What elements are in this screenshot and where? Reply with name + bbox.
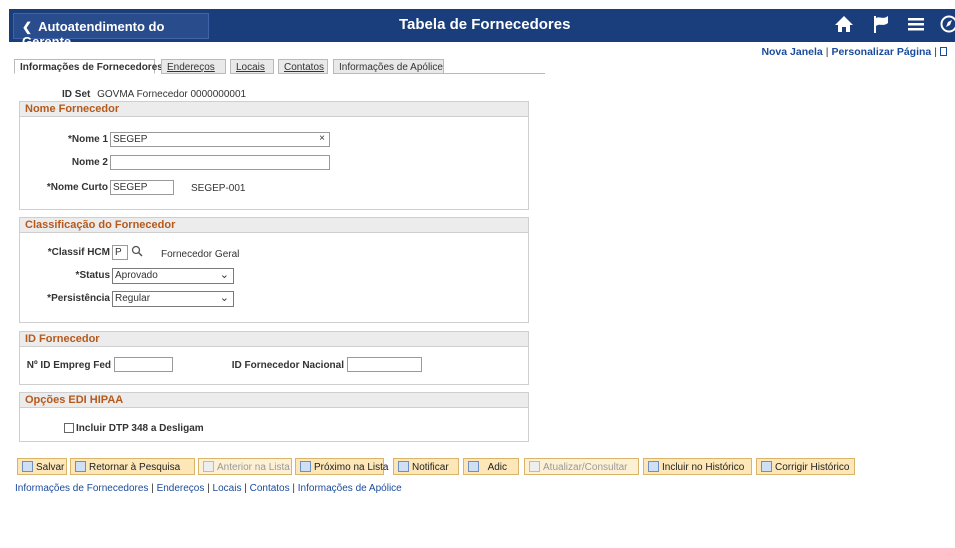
nome-curto-label: *Nome Curto — [46, 182, 108, 193]
return-to-search-button[interactable]: Retornar à Pesquisa — [70, 458, 195, 475]
chevron-down-icon: ⌄ — [219, 292, 229, 304]
incluir-dtp-checkbox[interactable] — [64, 423, 74, 433]
save-icon — [22, 461, 33, 472]
include-history-button[interactable]: Incluir no Histórico — [643, 458, 752, 475]
link-informacoes-fornecedores[interactable]: Informações de Fornecedores — [15, 483, 148, 494]
notify-icon — [398, 461, 409, 472]
back-button-label: Autoatendimento do Gerente — [22, 19, 165, 49]
add-icon — [468, 461, 479, 472]
tab-divider — [430, 73, 545, 74]
classificacao-section: Classificação do Fornecedor *Classif HCM… — [19, 217, 529, 323]
correct-label: Corrigir Histórico — [775, 462, 850, 473]
classif-hcm-description: Fornecedor Geral — [161, 249, 240, 260]
id-empreg-fed-label: Nº ID Empreg Fed — [26, 360, 111, 371]
update-icon — [529, 461, 540, 472]
return-icon — [75, 461, 86, 472]
down-arrow-icon — [300, 461, 311, 472]
id-fornecedor-nacional-label: ID Fornecedor Nacional — [231, 360, 344, 371]
correct-history-button[interactable]: Corrigir Histórico — [756, 458, 855, 475]
clear-icon[interactable]: × — [319, 133, 325, 144]
nome1-input[interactable]: SEGEP × — [110, 132, 330, 147]
next-in-list-button[interactable]: Próximo na Lista — [295, 458, 388, 475]
persistencia-value: Regular — [115, 293, 151, 304]
save-label: Salvar — [36, 462, 65, 473]
nome1-value: SEGEP — [113, 134, 148, 145]
tab-informacoes-fornecedores[interactable]: Informações de Fornecedores — [14, 59, 163, 74]
pencil-icon — [761, 461, 772, 472]
notify-label: Notificar — [412, 462, 449, 473]
flag-icon[interactable] — [871, 14, 891, 39]
up-arrow-icon — [203, 461, 214, 472]
id-set-label: ID Set — [62, 89, 91, 100]
previous-in-list-button[interactable]: Anterior na Lista — [198, 458, 292, 475]
link-informacoes-apolice[interactable]: Informações de Apólice — [298, 483, 402, 494]
nome-fornecedor-section: Nome Fornecedor *Nome 1 SEGEP × Nome 2 *… — [19, 101, 529, 210]
link-contatos[interactable]: Contatos — [250, 483, 290, 494]
id-set-number: 0000000001 — [190, 89, 247, 100]
chevron-left-icon: ❮ — [22, 20, 33, 34]
nome-curto-input[interactable]: SEGEP — [110, 180, 174, 195]
id-empreg-fed-input[interactable] — [114, 357, 173, 372]
classif-hcm-input[interactable]: P — [112, 245, 128, 260]
nome1-label: *Nome 1 — [67, 134, 108, 145]
persistencia-label: *Persistência — [47, 293, 110, 304]
include-label: Incluir no Histórico — [662, 462, 745, 473]
history-icon — [648, 461, 659, 472]
menu-icon[interactable] — [907, 14, 925, 39]
opcoes-edi-section: Opções EDI HIPAA Incluir DTP 348 a Desli… — [19, 392, 529, 442]
tab-enderecos[interactable]: Endereços — [161, 59, 226, 74]
lookup-search-icon[interactable] — [131, 245, 143, 260]
compass-icon[interactable] — [939, 14, 955, 39]
id-set-value: GOVMA Fornecedor — [97, 89, 188, 100]
add-button[interactable]: Adic — [463, 458, 519, 475]
tab-informacoes-apolice[interactable]: Informações de Apólice — [333, 59, 444, 74]
link-enderecos[interactable]: Endereços — [157, 483, 205, 494]
status-label: *Status — [75, 270, 110, 281]
nome2-input[interactable] — [110, 155, 330, 170]
update-display-button[interactable]: Atualizar/Consultar — [524, 458, 639, 475]
id-set-line: ID Set GOVMA Fornecedor 0000000001 — [62, 89, 246, 100]
classif-hcm-label: *Classif HCM — [47, 247, 110, 258]
chevron-down-icon: ⌄ — [219, 269, 229, 281]
previous-label: Anterior na Lista — [217, 462, 290, 473]
tab-locais[interactable]: Locais — [230, 59, 274, 74]
id-fornecedor-section: ID Fornecedor Nº ID Empreg Fed ID Fornec… — [19, 331, 529, 385]
grid-icon[interactable] — [940, 47, 947, 56]
add-label: Adic — [487, 462, 508, 473]
notify-button[interactable]: Notificar — [393, 458, 459, 475]
status-value: Aprovado — [115, 270, 158, 281]
section-title: ID Fornecedor — [20, 332, 528, 347]
section-title: Classificação do Fornecedor — [20, 218, 528, 233]
page-title: Tabela de Fornecedores — [399, 16, 571, 33]
nome2-label: Nome 2 — [71, 157, 108, 168]
top-links: Nova Janela | Personalizar Página | — [761, 46, 947, 58]
top-banner: ❮ Autoatendimento do Gerente Tabela de Fo… — [9, 9, 955, 49]
personalize-page-link[interactable]: Personalizar Página — [831, 46, 931, 58]
incluir-dtp-label: Incluir DTP 348 a Desligam — [76, 423, 204, 434]
next-label: Próximo na Lista — [314, 462, 389, 473]
update-label: Atualizar/Consultar — [543, 462, 628, 473]
home-icon[interactable] — [834, 14, 854, 39]
new-window-link[interactable]: Nova Janela — [761, 46, 822, 58]
save-button[interactable]: Salvar — [17, 458, 67, 475]
tab-contatos[interactable]: Contatos — [278, 59, 328, 74]
bottom-links: Informações de Fornecedores | Endereços … — [15, 483, 402, 494]
back-button[interactable]: ❮ Autoatendimento do Gerente — [13, 13, 209, 49]
return-label: Retornar à Pesquisa — [89, 462, 181, 473]
nome-curto-description: SEGEP-001 — [191, 183, 246, 194]
section-title: Nome Fornecedor — [20, 102, 528, 117]
link-locais[interactable]: Locais — [213, 483, 242, 494]
persistencia-select[interactable]: Regular ⌄ — [112, 291, 234, 307]
section-title: Opções EDI HIPAA — [20, 393, 528, 408]
status-select[interactable]: Aprovado ⌄ — [112, 268, 234, 284]
id-fornecedor-nacional-input[interactable] — [347, 357, 422, 372]
